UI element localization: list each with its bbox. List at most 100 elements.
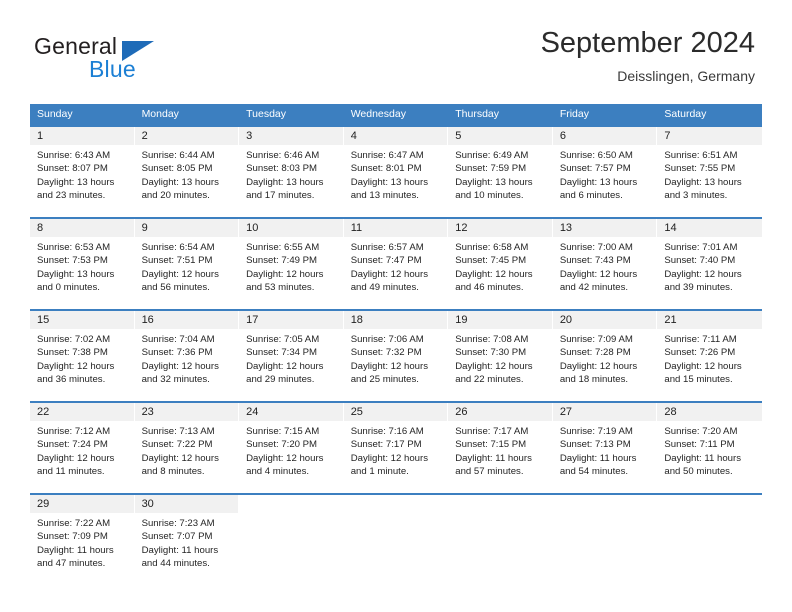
calendar-day-cell[interactable]: 8 Sunrise: 6:53 AM Sunset: 7:53 PM Daylight… [30,219,135,295]
calendar-page: General Blue September 2024 Deisslingen,… [0,0,792,612]
calendar-day-cell[interactable]: 26 Sunrise: 7:17 AM Sunset: 7:15 PM Dayligh… [448,403,553,479]
day-number-band: 4 [343,127,449,145]
calendar-day-cell[interactable]: 21 Sunrise: 7:11 AM Sunset: 7:26 PM Dayligh… [657,311,762,387]
calendar-day-cell[interactable]: 2 Sunrise: 6:44 AM Sunset: 8:05 PM Daylight… [134,127,240,203]
day-detail-line: Daylight: 12 hours [246,268,324,280]
day-detail-line: Sunrise: 6:57 AM [350,242,424,253]
day-detail-text: Sunrise: 6:53 AM Sunset: 7:53 PM Daylight:… [30,237,135,295]
calendar-day-cell[interactable]: 22 Sunrise: 7:12 AM Sunset: 7:24 PM Dayligh… [30,403,135,479]
day-detail-line: Daylight: 13 hours [37,268,115,280]
day-detail-text [239,513,344,571]
day-number-band: 5 [448,127,553,145]
day-detail-text: Sunrise: 7:12 AM Sunset: 7:24 PM Daylight:… [30,421,135,479]
day-detail-line: Sunset: 7:57 PM [559,163,631,175]
day-detail-line: Sunrise: 7:23 AM [141,518,215,529]
day-detail-line: and 46 minutes. [455,281,524,293]
day-number-band: 23 [134,403,240,421]
calendar-day-cell[interactable]: 6 Sunrise: 6:50 AM Sunset: 7:57 PM Daylight… [552,127,658,203]
calendar-day-cell[interactable]: 18 Sunrise: 7:06 AM Sunset: 7:32 PM Dayligh… [343,311,449,387]
calendar-day-cell[interactable]: 15 Sunrise: 7:02 AM Sunset: 7:38 PM Dayligh… [30,311,135,387]
day-number: 21 [664,314,677,326]
day-detail-line: Daylight: 12 hours [664,268,742,280]
day-detail-line: Daylight: 13 hours [141,176,219,188]
day-detail-line: Sunset: 7:30 PM [455,347,527,359]
day-number-band: 15 [30,311,135,329]
week-cells: 15 Sunrise: 7:02 AM Sunset: 7:38 PM Dayligh… [30,311,762,387]
day-number: 17 [246,314,259,326]
calendar-day-cell[interactable]: 4 Sunrise: 6:47 AM Sunset: 8:01 PM Daylight… [343,127,449,203]
day-detail-line: and 23 minutes. [37,189,106,201]
day-detail-line: Daylight: 13 hours [664,176,742,188]
day-number: 9 [141,222,148,234]
day-detail-line: Sunrise: 7:05 AM [246,334,320,345]
calendar-day-cell[interactable]: 5 Sunrise: 6:49 AM Sunset: 7:59 PM Daylight… [448,127,553,203]
calendar-day-cell[interactable]: 19 Sunrise: 7:08 AM Sunset: 7:30 PM Dayligh… [448,311,553,387]
week-spacer [30,203,762,217]
calendar-day-cell[interactable]: 3 Sunrise: 6:46 AM Sunset: 8:03 PM Daylight… [239,127,344,203]
calendar-day-cell[interactable]: 28 Sunrise: 7:20 AM Sunset: 7:11 PM Dayligh… [657,403,762,479]
day-number-band: 19 [448,311,553,329]
calendar-day-cell[interactable]: 10 Sunrise: 6:55 AM Sunset: 7:49 PM Dayligh… [239,219,344,295]
day-detail-text: Sunrise: 6:55 AM Sunset: 7:49 PM Daylight:… [239,237,344,295]
calendar-day-cell[interactable]: 23 Sunrise: 7:13 AM Sunset: 7:22 PM Dayligh… [134,403,240,479]
day-number: 22 [37,406,50,418]
day-detail-line: and 10 minutes. [455,189,524,201]
day-detail-line: Sunrise: 7:12 AM [37,426,111,437]
day-detail-line: and 6 minutes. [559,189,623,201]
day-detail-line: and 20 minutes. [141,189,210,201]
week-cells: 1 Sunrise: 6:43 AM Sunset: 8:07 PM Daylight… [30,127,762,203]
day-detail-line: Daylight: 11 hours [37,544,114,556]
day-detail-text: Sunrise: 7:00 AM Sunset: 7:43 PM Daylight:… [553,237,658,295]
week-cells: 8 Sunrise: 6:53 AM Sunset: 7:53 PM Daylight… [30,219,762,295]
day-detail-line: Sunrise: 7:15 AM [246,426,320,437]
calendar-day-cell[interactable]: 12 Sunrise: 6:58 AM Sunset: 7:45 PM Dayligh… [448,219,553,295]
day-number: 23 [141,406,154,418]
page-title: September 2024 [540,27,755,59]
day-number-band: 2 [134,127,240,145]
day-number: 28 [664,406,677,418]
day-detail-text: Sunrise: 6:49 AM Sunset: 7:59 PM Daylight:… [448,145,553,203]
day-number: 8 [37,222,44,234]
day-detail-line: Daylight: 12 hours [350,360,429,372]
day-detail-line: Sunset: 7:26 PM [664,347,736,359]
calendar-week-row: 29 Sunrise: 7:22 AM Sunset: 7:09 PM Dayligh… [30,479,762,571]
calendar-week-row: 22 Sunrise: 7:12 AM Sunset: 7:24 PM Dayligh… [30,387,762,479]
day-number: 18 [350,314,363,326]
calendar-day-cell[interactable]: 25 Sunrise: 7:16 AM Sunset: 7:17 PM Dayligh… [343,403,449,479]
calendar-day-cell[interactable]: 29 Sunrise: 7:22 AM Sunset: 7:09 PM Dayligh… [30,495,135,571]
calendar-day-cell[interactable]: 7 Sunrise: 6:51 AM Sunset: 7:55 PM Daylight… [657,127,762,203]
calendar-day-cell[interactable]: 9 Sunrise: 6:54 AM Sunset: 7:51 PM Daylight… [134,219,240,295]
day-detail-line: and 44 minutes. [141,557,210,569]
day-detail-line: Sunset: 7:51 PM [141,255,213,267]
calendar-day-cell[interactable]: 11 Sunrise: 6:57 AM Sunset: 7:47 PM Dayligh… [343,219,449,295]
calendar-day-cell[interactable]: 14 Sunrise: 7:01 AM Sunset: 7:40 PM Dayligh… [657,219,762,295]
day-detail-line: and 15 minutes. [664,373,733,385]
calendar-day-cell[interactable]: 30 Sunrise: 7:23 AM Sunset: 7:07 PM Dayligh… [134,495,240,571]
general-blue-logo[interactable]: General Blue [34,33,234,89]
day-detail-line: and 8 minutes. [141,465,205,477]
day-number-band: 24 [239,403,344,421]
calendar-day-cell[interactable]: 17 Sunrise: 7:05 AM Sunset: 7:34 PM Dayligh… [239,311,344,387]
day-number: 15 [37,314,50,326]
calendar-day-cell[interactable]: 16 Sunrise: 7:04 AM Sunset: 7:36 PM Dayligh… [134,311,240,387]
calendar-day-cell[interactable]: 24 Sunrise: 7:15 AM Sunset: 7:20 PM Dayligh… [239,403,344,479]
calendar-day-cell[interactable]: 20 Sunrise: 7:09 AM Sunset: 7:28 PM Dayligh… [552,311,658,387]
day-number-band: 13 [552,219,658,237]
day-number: 6 [559,130,566,142]
page-subtitle: Deisslingen, Germany [617,68,755,84]
calendar-cell-empty [448,495,553,571]
day-detail-text: Sunrise: 6:47 AM Sunset: 8:01 PM Daylight:… [344,145,449,203]
calendar-weeks: 1 Sunrise: 6:43 AM Sunset: 8:07 PM Daylight… [30,125,762,571]
day-detail-line: Sunset: 7:24 PM [37,439,108,451]
day-detail-line: Sunrise: 7:08 AM [455,334,529,345]
day-detail-line: Sunrise: 7:19 AM [559,426,633,437]
day-number: 14 [664,222,677,234]
calendar-day-cell[interactable]: 1 Sunrise: 6:43 AM Sunset: 8:07 PM Daylight… [30,127,135,203]
calendar-day-cell[interactable]: 27 Sunrise: 7:19 AM Sunset: 7:13 PM Dayligh… [552,403,658,479]
day-number-band: 6 [552,127,658,145]
day-detail-line: Sunset: 7:38 PM [37,347,108,359]
day-detail-line: Sunset: 8:05 PM [141,163,213,175]
day-detail-line: Sunrise: 7:02 AM [37,334,111,345]
calendar-day-cell[interactable]: 13 Sunrise: 7:00 AM Sunset: 7:43 PM Dayligh… [552,219,658,295]
day-detail-line: and 29 minutes. [246,373,315,385]
